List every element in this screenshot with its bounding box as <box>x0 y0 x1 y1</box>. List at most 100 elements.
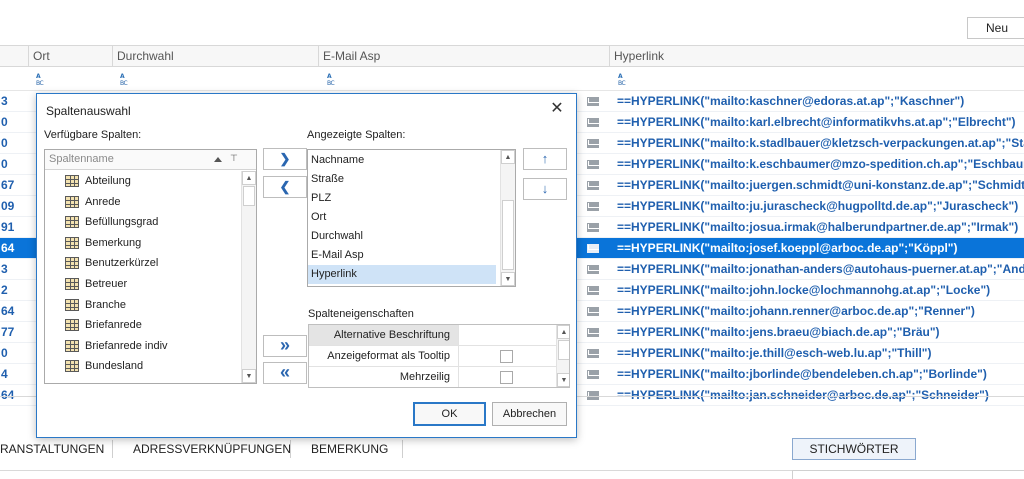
scroll-up-icon[interactable]: ▲ <box>501 150 515 164</box>
scroll-thumb[interactable] <box>243 186 255 206</box>
sort-ascending-icon[interactable] <box>214 157 222 162</box>
move-up-button[interactable]: ↑ <box>523 148 567 170</box>
add-column-button[interactable]: ❯ <box>263 148 307 170</box>
displayed-scrollbar[interactable]: ▲ ▼ <box>500 150 515 286</box>
filter-icon[interactable]: ⊤ <box>230 153 238 164</box>
hyperlink-cell[interactable]: ==HYPERLINK("mailto:jens.braeu@biach.de.… <box>617 322 1024 343</box>
available-column-label: Briefanrede <box>85 319 142 332</box>
dialog-title: Spaltenauswahl <box>46 104 131 118</box>
hyperlink-cell[interactable]: ==HYPERLINK("mailto:johann.renner@arboc.… <box>617 301 1024 322</box>
hyperlink-cell[interactable]: ==HYPERLINK("mailto:jonathan-anders@auto… <box>617 259 1024 280</box>
text-filter-icon[interactable]: A BC <box>618 73 626 87</box>
available-column-item[interactable]: Briefanrede <box>45 315 241 335</box>
envelope-icon[interactable] <box>587 181 599 190</box>
envelope-icon[interactable] <box>587 202 599 211</box>
hyperlink-cell[interactable]: ==HYPERLINK("mailto:jborlinde@bendeleben… <box>617 364 1024 385</box>
available-column-item[interactable]: Befüllungsgrad <box>45 212 241 232</box>
row-number-cell: 64 <box>1 241 15 255</box>
property-row[interactable]: Anzeigeformat als Tooltip <box>309 346 557 367</box>
cancel-button[interactable]: Abbrechen <box>492 402 567 426</box>
tooltip-format-checkbox[interactable] <box>500 350 513 363</box>
scroll-down-icon[interactable]: ▼ <box>501 272 515 286</box>
table-column-icon <box>65 216 79 229</box>
available-column-label: Bemerkung <box>85 236 142 249</box>
text-filter-icon-label: BC <box>36 80 44 87</box>
column-header-durchwahl[interactable]: Durchwahl <box>112 46 318 67</box>
envelope-icon[interactable] <box>587 286 599 295</box>
available-columns-list[interactable]: Spaltenname ⊤ Abteilung Anrede Befüllungsg… <box>44 149 257 384</box>
remove-all-columns-button[interactable]: « <box>263 362 307 384</box>
scroll-thumb[interactable] <box>558 340 569 360</box>
close-icon[interactable]: ✕ <box>545 98 569 120</box>
displayed-column-item[interactable]: PLZ <box>308 189 496 208</box>
scroll-up-icon[interactable]: ▲ <box>242 171 256 185</box>
property-row[interactable]: Mehrzeilig <box>309 367 557 387</box>
envelope-icon[interactable] <box>587 328 599 337</box>
hyperlink-cell[interactable]: ==HYPERLINK("mailto:josua.irmak@halberun… <box>617 217 1024 238</box>
envelope-icon[interactable] <box>587 139 599 148</box>
available-column-item[interactable]: Briefanrede indiv <box>45 336 241 356</box>
stichwoerter-button[interactable]: STICHWÖRTER <box>792 438 916 460</box>
table-column-icon <box>65 195 79 208</box>
envelope-icon[interactable] <box>587 307 599 316</box>
available-column-item[interactable]: Betreuer <box>45 274 241 294</box>
envelope-icon[interactable] <box>587 97 599 106</box>
available-column-item[interactable]: Anrede <box>45 192 241 212</box>
multiline-checkbox[interactable] <box>500 371 513 384</box>
envelope-icon[interactable] <box>587 265 599 274</box>
displayed-column-item[interactable]: E-Mail Asp <box>308 246 496 265</box>
hyperlink-cell[interactable]: ==HYPERLINK("mailto:k.eschbaumer@mzo-spe… <box>617 154 1024 175</box>
available-column-item[interactable]: Bemerkung <box>45 233 241 253</box>
available-column-item[interactable]: Benutzerkürzel <box>45 253 241 273</box>
envelope-icon[interactable] <box>587 160 599 169</box>
available-column-item[interactable]: Abteilung <box>45 171 241 191</box>
remove-column-button[interactable]: ❮ <box>263 176 307 198</box>
column-header-email[interactable]: E-Mail Asp <box>318 46 608 67</box>
scroll-down-icon[interactable]: ▼ <box>557 373 569 387</box>
scroll-thumb[interactable] <box>502 200 514 270</box>
envelope-icon[interactable] <box>587 223 599 232</box>
property-row[interactable]: Alternative Beschriftung <box>309 325 557 346</box>
bottom-tabs: RANSTALTUNGEN ADRESSVERKNÜPFUNGEN BEMERK… <box>0 437 560 461</box>
text-filter-icon[interactable]: A BC <box>120 73 128 87</box>
property-label: Alternative Beschriftung <box>309 325 459 345</box>
hyperlink-cell[interactable]: ==HYPERLINK("mailto:kaschner@edoras.at.a… <box>617 91 1024 112</box>
envelope-icon[interactable] <box>587 349 599 358</box>
text-filter-icon[interactable]: A BC <box>36 73 44 87</box>
hyperlink-cell[interactable]: ==HYPERLINK("mailto:josef.koeppl@arboc.d… <box>617 238 1024 259</box>
tab-adressverknuepfungen[interactable]: ADRESSVERKNÜPFUNGEN <box>133 437 291 461</box>
text-filter-icon[interactable]: A BC <box>327 73 335 87</box>
scroll-down-icon[interactable]: ▼ <box>242 369 256 383</box>
envelope-icon[interactable] <box>587 370 599 379</box>
envelope-icon[interactable] <box>587 118 599 127</box>
add-all-columns-button[interactable]: » <box>263 335 307 357</box>
new-button[interactable]: Neu <box>967 17 1024 39</box>
row-number-cell: 64 <box>1 304 15 318</box>
displayed-column-item[interactable]: Ort <box>308 208 496 227</box>
displayed-column-item[interactable]: Nachname <box>308 151 496 170</box>
displayed-column-item[interactable]: Durchwahl <box>308 227 496 246</box>
tab-veranstaltungen[interactable]: RANSTALTUNGEN <box>0 437 104 461</box>
properties-scrollbar[interactable]: ▲ ▼ <box>556 325 569 387</box>
scroll-up-icon[interactable]: ▲ <box>557 325 569 339</box>
hyperlink-cell[interactable]: ==HYPERLINK("mailto:je.thill@esch-web.lu… <box>617 343 1024 364</box>
hyperlink-cell[interactable]: ==HYPERLINK("mailto:karl.elbrecht@inform… <box>617 112 1024 133</box>
available-column-label: Branche <box>85 298 126 311</box>
displayed-column-item[interactable]: Hyperlink <box>308 265 496 284</box>
column-header-hyperlink[interactable]: Hyperlink <box>609 46 1024 67</box>
displayed-columns-list[interactable]: Nachname Straße PLZ Ort Durchwahl E-Mail Asp H… <box>307 149 516 287</box>
tab-bemerkung[interactable]: BEMERKUNG <box>311 437 388 461</box>
available-column-item[interactable]: Branche <box>45 295 241 315</box>
hyperlink-cell[interactable]: ==HYPERLINK("mailto:john.locke@lochmanno… <box>617 280 1024 301</box>
ok-button[interactable]: OK <box>413 402 486 426</box>
column-header-ort[interactable]: Ort <box>28 46 112 67</box>
displayed-column-item[interactable]: Straße <box>308 170 496 189</box>
move-down-button[interactable]: ↓ <box>523 178 567 200</box>
available-column-item[interactable]: Bundesland <box>45 356 241 376</box>
hyperlink-cell[interactable]: ==HYPERLINK("mailto:k.stadlbauer@kletzsc… <box>617 133 1024 154</box>
hyperlink-cell[interactable]: ==HYPERLINK("mailto:ju.jurascheck@hugpol… <box>617 196 1024 217</box>
envelope-icon[interactable] <box>587 244 599 253</box>
column-name-search[interactable]: Spaltenname <box>49 153 114 165</box>
available-scrollbar[interactable]: ▲ ▼ <box>241 171 256 383</box>
hyperlink-cell[interactable]: ==HYPERLINK("mailto:juergen.schmidt@uni-… <box>617 175 1024 196</box>
